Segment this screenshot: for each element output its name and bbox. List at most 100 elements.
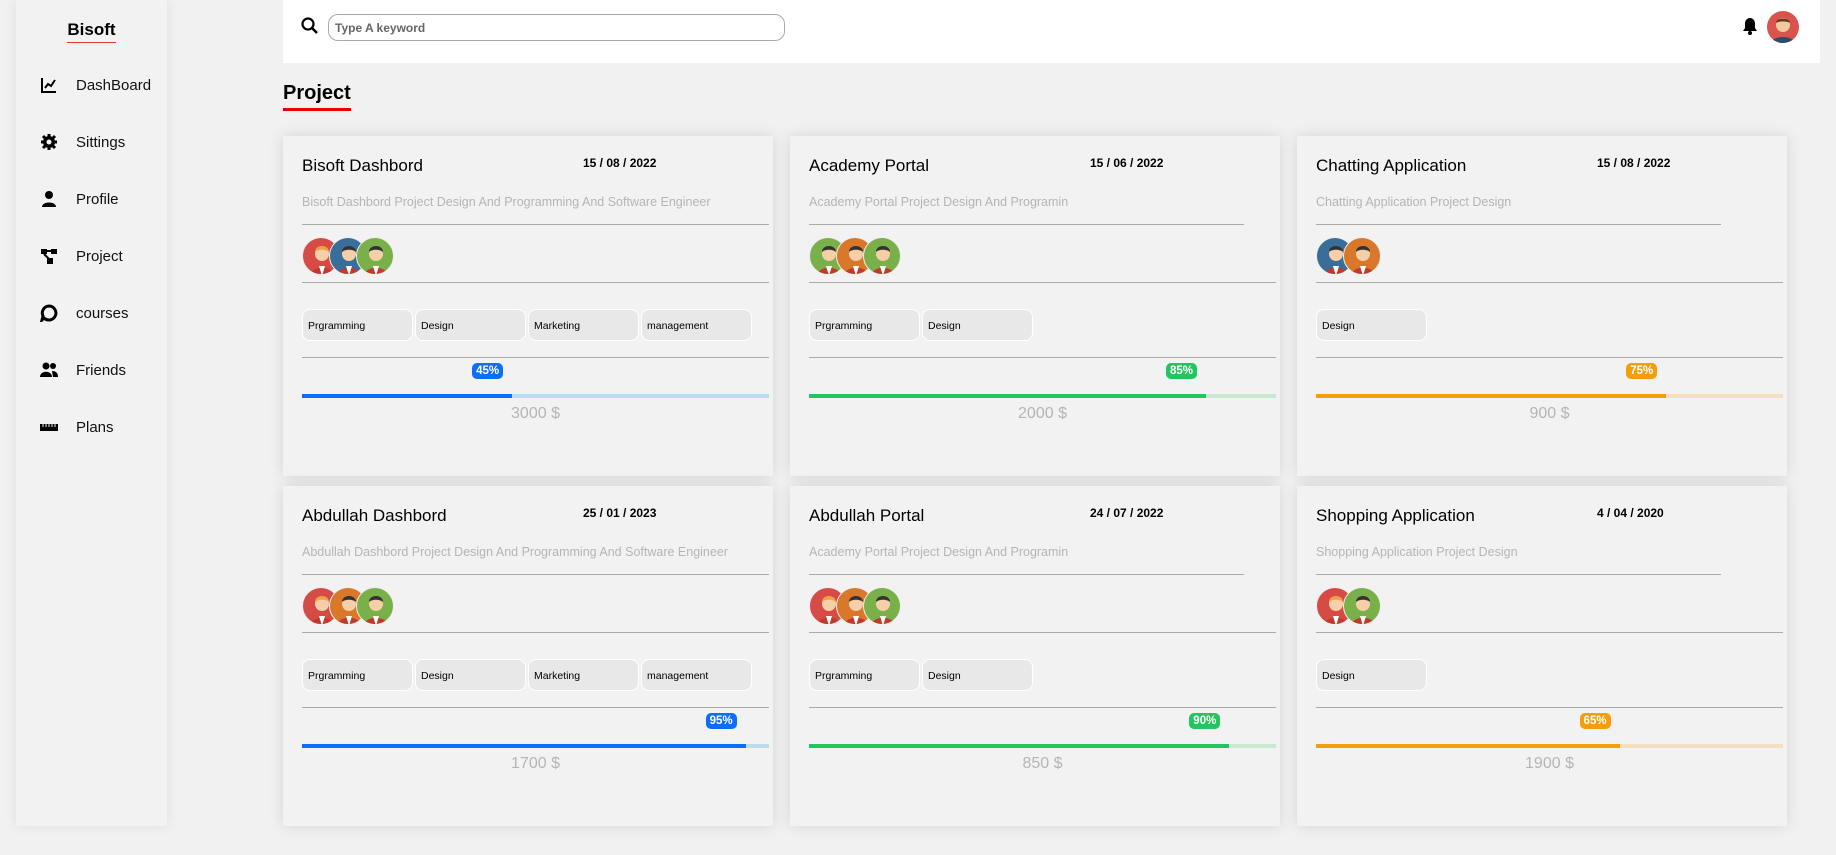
sidebar: Bisoft DashBoard Sittings Profile Project co… [16,0,167,826]
project-price: 2000 $ [1018,405,1067,422]
project-description: Shopping Application Project Design [1316,545,1518,559]
member-avatar [1343,237,1381,275]
tag-chip: Marketing [528,309,639,341]
tag-chip: Design [922,659,1033,691]
member-avatars [1316,237,1381,275]
project-card[interactable]: Academy Portal 15 / 06 / 2022 Academy Po… [790,136,1280,476]
sidebar-item-label: Friends [76,361,127,379]
sidebar-item-label: Project [76,247,123,265]
project-date: 4 / 04 / 2020 [1597,506,1664,520]
sidebar-item-friends[interactable]: Friends [40,361,126,379]
project-price: 1900 $ [1525,755,1574,772]
tag-chip: Design [415,309,526,341]
tag-chip: Marketing [528,659,639,691]
divider [809,632,1276,633]
tag-chip: management [641,659,752,691]
tag-chip: Prgramming [302,659,413,691]
project-title: Chatting Application [1316,156,1467,175]
tag-chip: Prgramming [809,309,920,341]
divider [1316,282,1783,283]
sidebar-item-dashboard[interactable]: DashBoard [40,76,151,94]
sidebar-item-label: Sittings [76,133,126,151]
bell-icon[interactable] [1742,17,1758,35]
member-avatar [863,237,901,275]
project-price: 3000 $ [511,405,560,422]
progress-bar [809,394,1276,398]
progress-bar [1316,394,1783,398]
divider [809,282,1276,283]
project-description: Chatting Application Project Design [1316,195,1512,209]
divider [1316,357,1783,358]
tag-chip: Design [1316,659,1427,691]
search-icon[interactable] [301,17,319,35]
progress-fill [809,744,1230,748]
sidebar-item-label: Plans [76,418,114,436]
tag-list: Prgramming Design Marketing management [302,659,752,691]
divider [809,224,1244,225]
diagram-project-icon [41,249,57,264]
project-date: 24 / 07 / 2022 [1090,506,1164,520]
divider [1316,632,1783,633]
member-avatar [356,587,394,625]
progress-bar [809,744,1276,748]
project-title: Academy Portal [809,156,929,175]
member-avatars [302,237,394,275]
ruler-icon [40,424,58,431]
member-avatars [1316,587,1381,625]
sidebar-item-label: Profile [76,190,119,208]
user-icon [42,191,56,207]
progress-fill [1316,394,1667,398]
project-card[interactable]: Abdullah Portal 24 / 07 / 2022 Academy P… [790,486,1280,826]
project-title: Abdullah Dashbord [302,506,447,525]
project-price: 900 $ [1529,405,1570,422]
divider [809,357,1276,358]
divider [1316,574,1721,575]
project-price: 1700 $ [511,755,560,772]
project-description: Abdullah Dashbord Project Design And Pro… [302,545,728,559]
project-card[interactable]: Abdullah Dashbord 25 / 01 / 2023 Abdulla… [283,486,773,826]
search-input[interactable] [328,14,785,41]
sidebar-item-sittings[interactable]: Sittings [40,133,125,151]
brand-logo[interactable]: Bisoft [16,20,167,43]
sidebar-item-profile[interactable]: Profile [40,190,119,208]
progress-bar [1316,744,1783,748]
divider [302,224,769,225]
tag-chip: Design [415,659,526,691]
member-avatar [863,587,901,625]
project-date: 15 / 08 / 2022 [1597,156,1671,170]
progress-bar [302,744,769,748]
tag-chip: Prgramming [809,659,920,691]
sidebar-item-project[interactable]: Project [40,247,123,265]
project-date: 15 / 08 / 2022 [583,156,657,170]
tag-chip: Design [922,309,1033,341]
progress-fill [1316,744,1620,748]
progress-label: 95% [705,713,737,729]
tag-list: Prgramming Design [809,309,1033,341]
user-avatar[interactable] [1767,11,1799,43]
chart-line-icon [41,78,56,93]
progress-fill [302,394,513,398]
divider [302,357,769,358]
progress-label: 45% [472,363,504,379]
project-card[interactable]: Bisoft Dashbord 15 / 08 / 2022 Bisoft Da… [283,136,773,476]
project-card[interactable]: Chatting Application 15 / 08 / 2022 Chat… [1297,136,1787,476]
divider [809,574,1244,575]
member-avatar [356,237,394,275]
member-avatars [302,587,394,625]
sidebar-item-courses[interactable]: courses [40,304,129,322]
tag-chip: management [641,309,752,341]
divider [1316,224,1721,225]
sidebar-item-plans[interactable]: Plans [40,418,114,436]
brand-name: Bisoft [67,20,116,43]
project-title: Shopping Application [1316,506,1475,525]
project-title: Bisoft Dashbord [302,156,423,175]
divider [302,574,769,575]
sidebar-item-label: courses [76,304,129,322]
progress-label: 90% [1189,713,1221,729]
project-card[interactable]: Shopping Application 4 / 04 / 2020 Shopp… [1297,486,1787,826]
project-description: Academy Portal Project Design And Progra… [809,545,1069,559]
tag-list: Design [1316,659,1427,691]
progress-label: 75% [1626,363,1658,379]
tag-list: Prgramming Design Marketing management [302,309,752,341]
tag-list: Design [1316,309,1427,341]
